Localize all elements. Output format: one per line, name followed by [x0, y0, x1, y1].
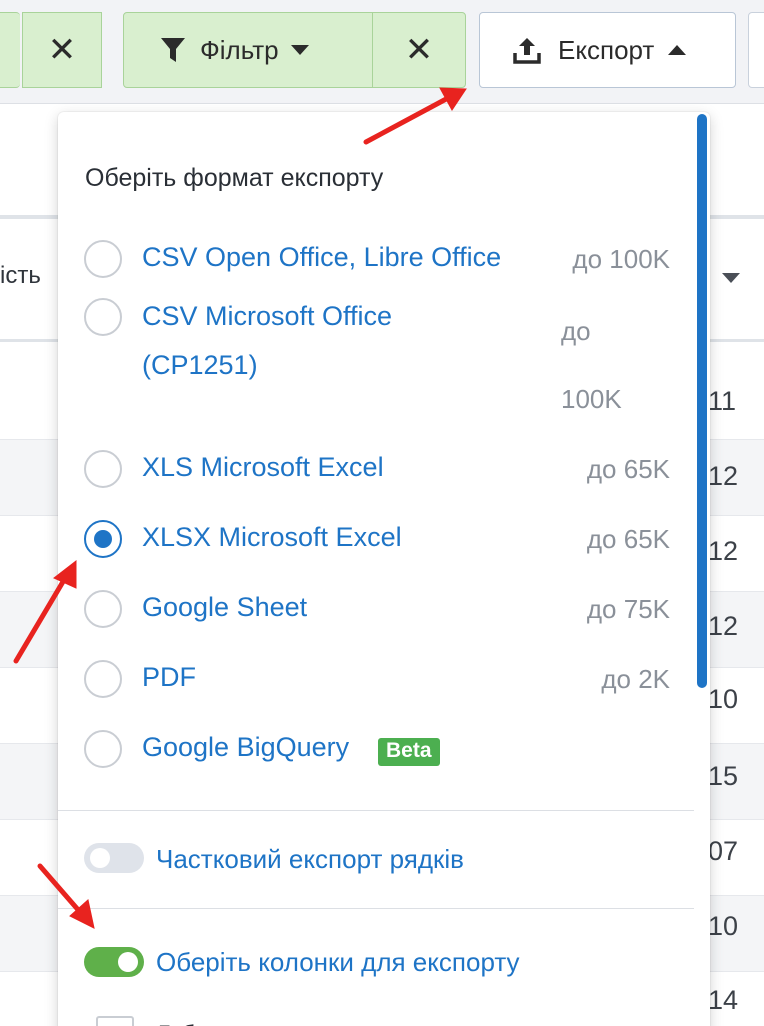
chevron-up-icon — [668, 45, 687, 55]
choose-columns-toggle[interactable] — [84, 947, 144, 977]
option-limit: 100K — [561, 384, 622, 414]
export-option-pdf[interactable]: PDF до 2K — [58, 660, 698, 700]
export-option-google-sheet[interactable]: Google Sheet до 75K — [58, 590, 698, 630]
column-item-label[interactable]: Д б — [154, 1020, 195, 1026]
radio-button-selected[interactable] — [84, 520, 122, 558]
close-icon: ✕ — [47, 31, 77, 69]
radio-button[interactable] — [84, 240, 122, 278]
partial-export-toggle[interactable] — [84, 843, 144, 873]
export-option-csv-open-office[interactable]: CSV Open Office, Libre Office до 100K — [58, 240, 698, 280]
option-limit: до 65K — [586, 524, 670, 554]
chevron-down-icon — [290, 45, 309, 55]
upload-icon — [513, 38, 541, 64]
export-button[interactable]: Експорт — [479, 12, 736, 88]
option-label[interactable]: XLSX Microsoft Excel — [142, 522, 402, 553]
radio-button[interactable] — [84, 298, 122, 336]
table-cell-value: 10 — [708, 911, 739, 941]
option-label[interactable]: Google Sheet — [142, 592, 307, 623]
column-header-text[interactable]: ість — [0, 262, 41, 290]
export-option-csv-microsoft[interactable]: CSV Microsoft Office (CP1251) до 100K — [58, 298, 698, 428]
toggle-knob — [90, 848, 110, 868]
clear-filter-button[interactable]: ✕ — [22, 12, 102, 88]
option-label[interactable]: PDF — [142, 662, 196, 693]
clear-filter-button-2[interactable]: ✕ — [372, 12, 466, 88]
choose-columns-label[interactable]: Оберіть колонки для експорту — [156, 947, 520, 978]
radio-button[interactable] — [84, 450, 122, 488]
table-cell-value: 11 — [708, 386, 737, 416]
filter-label: Фільтр — [200, 34, 279, 65]
option-limit: до 75K — [586, 594, 670, 624]
export-menu-title: Оберіть формат експорту — [85, 164, 384, 192]
toolbar: ✕ Фільтр ✕ Експорт — [0, 0, 764, 104]
table-cell-value: 12 — [708, 536, 739, 566]
export-option-xls[interactable]: XLS Microsoft Excel до 65K — [58, 450, 698, 490]
toggle-knob — [118, 952, 138, 972]
option-label[interactable]: Google BigQuery — [142, 732, 349, 763]
table-cell-value: 07 — [708, 836, 739, 866]
option-label[interactable]: CSV Microsoft Office (CP1251) — [142, 292, 462, 390]
table-cell-value: 10 — [708, 684, 739, 714]
scrollbar[interactable] — [697, 114, 707, 688]
radio-button[interactable] — [84, 590, 122, 628]
toolbar-right-button-stub[interactable] — [748, 12, 764, 88]
close-icon: ✕ — [404, 31, 434, 69]
filter-button[interactable]: Фільтр — [123, 12, 373, 88]
filter-icon — [161, 38, 185, 62]
sort-caret-icon[interactable] — [722, 273, 740, 283]
option-limit: до — [561, 316, 591, 346]
radio-button[interactable] — [84, 730, 122, 768]
partial-export-label[interactable]: Частковий експорт рядків — [156, 844, 464, 875]
divider — [58, 908, 694, 909]
export-option-xlsx[interactable]: XLSX Microsoft Excel до 65K — [58, 520, 698, 560]
option-limit: до 2K — [601, 664, 670, 694]
export-label: Експорт — [558, 34, 655, 65]
export-option-bigquery[interactable]: Google BigQuery Beta — [58, 730, 698, 770]
filter-chip-left-stub[interactable] — [0, 12, 20, 88]
table-cell-value: 12 — [708, 611, 739, 641]
radio-button[interactable] — [84, 660, 122, 698]
option-limit: до 100K — [572, 244, 670, 274]
option-label[interactable]: CSV Open Office, Libre Office — [142, 242, 501, 273]
table-cell-value: 14 — [708, 985, 739, 1015]
option-label[interactable]: XLS Microsoft Excel — [142, 452, 384, 483]
option-limit: до 65K — [586, 454, 670, 484]
table-cell-value: 15 — [708, 761, 739, 791]
column-checkbox[interactable] — [96, 1016, 134, 1026]
beta-badge: Beta — [378, 738, 440, 766]
divider — [58, 810, 694, 811]
table-cell-value: 12 — [708, 461, 739, 491]
export-menu: Оберіть формат експорту CSV Open Office,… — [58, 112, 710, 1026]
